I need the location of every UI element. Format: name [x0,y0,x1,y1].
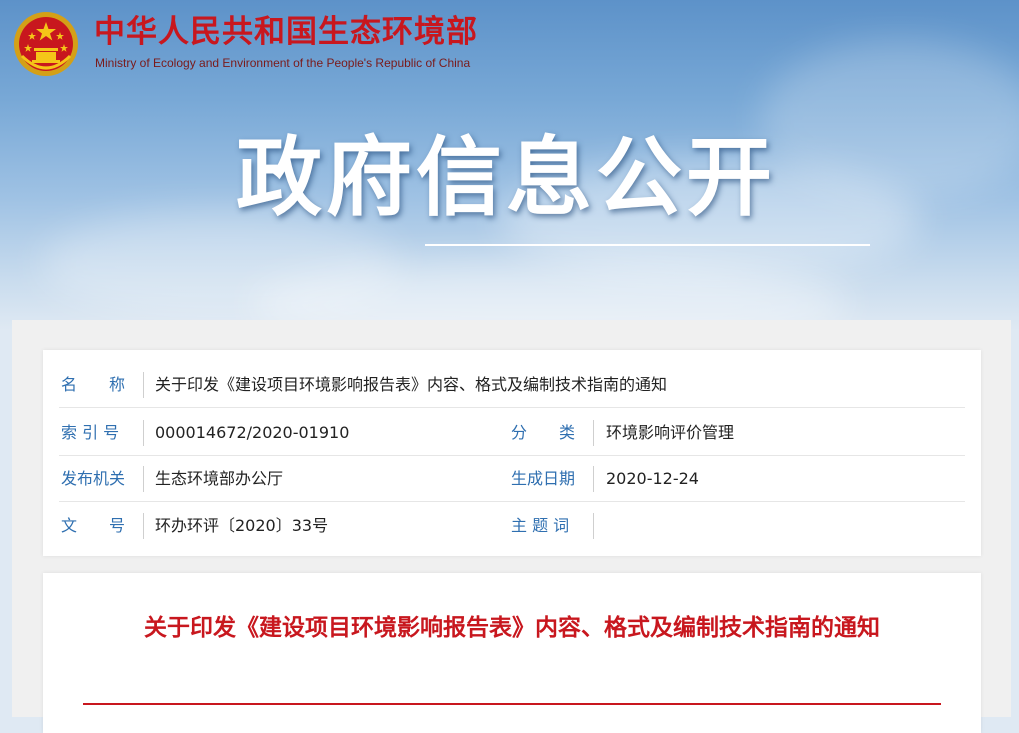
title-rule [83,703,941,705]
doc-no-label: 文 号 [61,516,126,535]
column-divider [593,420,594,446]
index-value: 000014672/2020-01910 [155,423,350,442]
doc-no-value: 环办环评〔2020〕33号 [155,516,329,535]
column-divider [143,513,144,539]
column-divider [593,466,594,492]
keywords-label: 主 题 词 [511,516,570,535]
metadata-row-doc-no: 文 号 环办环评〔2020〕33号 主 题 词 [43,503,981,549]
date-label: 生成日期 [511,469,576,488]
banner-underline [425,244,870,246]
metadata-row-index: 索 引 号 000014672/2020-01910 分 类 环境影响评价管理 [43,410,981,456]
row-divider [59,407,965,408]
date-value: 2020-12-24 [606,469,699,488]
column-divider [143,466,144,492]
name-value: 关于印发《建设项目环境影响报告表》内容、格式及编制技术指南的通知 [155,375,668,394]
national-emblem-icon[interactable] [12,10,80,78]
column-divider [143,420,144,446]
header-banner: 中华人民共和国生态环境部 Ministry of Ecology and Env… [0,0,1019,330]
category-label: 分 类 [511,423,576,442]
article-panel: 关于印发《建设项目环境影响报告表》内容、格式及编制技术指南的通知 [43,573,981,733]
ministry-name-cn[interactable]: 中华人民共和国生态环境部 [94,14,478,50]
issuer-label: 发布机关 [61,469,126,488]
metadata-row-issuer: 发布机关 生态环境部办公厅 生成日期 2020-12-24 [43,456,981,502]
column-divider [593,513,594,539]
row-divider [59,501,965,502]
column-divider [143,372,144,398]
metadata-row-name: 名 称 关于印发《建设项目环境影响报告表》内容、格式及编制技术指南的通知 [43,362,981,408]
banner-title: 政府信息公开 [236,128,776,228]
name-label: 名 称 [61,375,126,394]
issuer-value: 生态环境部办公厅 [155,469,284,488]
article-title: 关于印发《建设项目环境影响报告表》内容、格式及编制技术指南的通知 [144,615,880,641]
index-label: 索 引 号 [61,423,120,442]
ministry-name-en[interactable]: Ministry of Ecology and Environment of t… [95,56,470,70]
document-metadata-table: 名 称 关于印发《建设项目环境影响报告表》内容、格式及编制技术指南的通知 索 引… [43,350,981,556]
category-value: 环境影响评价管理 [606,423,735,442]
